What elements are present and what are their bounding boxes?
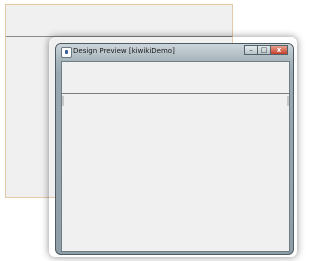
close-button[interactable]: x: [270, 45, 288, 55]
minimize-button[interactable]: –: [244, 45, 257, 55]
right-splitter-handle[interactable]: [287, 96, 289, 106]
window-client-area: [61, 61, 290, 252]
title-bar[interactable]: Design Preview [kiwikiDemo] – □ x: [56, 44, 293, 60]
maximize-button[interactable]: □: [257, 45, 270, 55]
preview-content-panel: [62, 94, 289, 251]
top-panel: [62, 62, 289, 94]
java-app-icon[interactable]: [61, 47, 72, 58]
left-splitter-handle[interactable]: [62, 96, 64, 106]
window-title: Design Preview [kiwikiDemo]: [73, 47, 175, 55]
background-window-toolbar: [6, 5, 232, 37]
caption-buttons: – □ x: [244, 45, 288, 56]
design-preview-window[interactable]: Design Preview [kiwikiDemo] – □ x: [55, 43, 294, 255]
